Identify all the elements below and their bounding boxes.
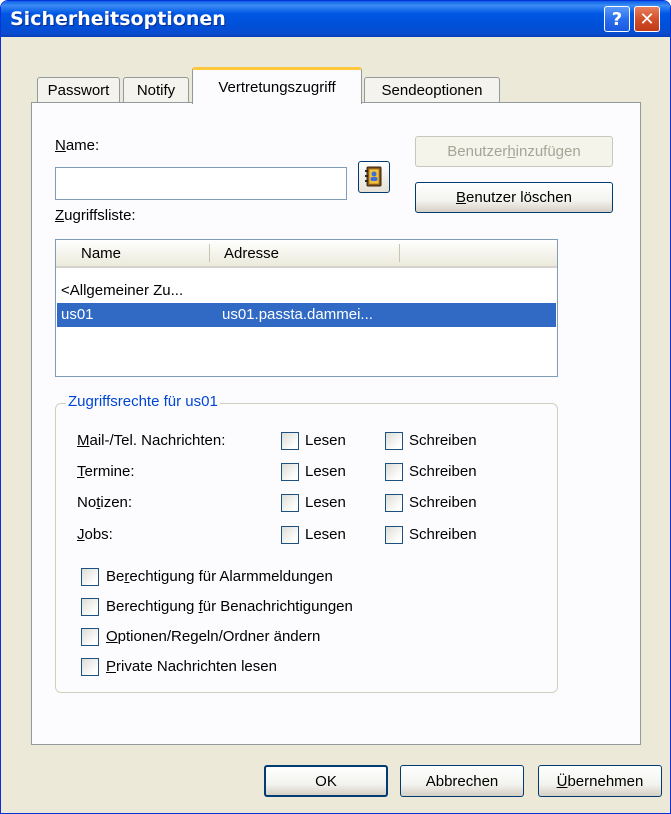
tab-passwort[interactable]: Passwort	[37, 77, 120, 102]
tab-sendeoptionen[interactable]: Sendeoptionen	[364, 77, 500, 102]
alarm-permission-label: Berechtigung für Alarmmeldungen	[106, 568, 333, 585]
close-icon: ✕	[639, 8, 655, 30]
column-header-address[interactable]: Adresse	[224, 240, 279, 266]
access-list-label: Zugriffsliste:	[55, 207, 136, 224]
category-label-notizen: Notizen:	[77, 494, 133, 511]
read-label: Lesen	[305, 526, 346, 543]
dialog-window: Sicherheitsoptionen ? ✕ Passwort Notify …	[0, 0, 671, 814]
private-messages-checkbox[interactable]	[81, 658, 99, 676]
read-checkbox-notizen[interactable]	[281, 494, 299, 512]
tab-label: Passwort	[47, 81, 110, 99]
delete-user-button[interactable]: Benutzer löschen	[415, 182, 613, 213]
write-label: Schreiben	[409, 463, 477, 480]
write-checkbox-jobs[interactable]	[385, 526, 403, 544]
tab-vertretungszugriff[interactable]: Vertretungszugriff	[192, 67, 362, 104]
read-label: Lesen	[305, 463, 346, 480]
list-header: Name Adresse	[56, 240, 557, 268]
title-bar[interactable]: Sicherheitsoptionen ? ✕	[1, 1, 670, 37]
write-checkbox-mail[interactable]	[385, 432, 403, 450]
address-book-button[interactable]	[358, 161, 390, 193]
column-separator[interactable]	[399, 244, 400, 262]
cell-name: us01	[61, 306, 94, 323]
read-label: Lesen	[305, 432, 346, 449]
category-label-jobs: Jobs:	[77, 526, 113, 543]
close-button[interactable]: ✕	[634, 6, 660, 32]
group-title: Zugriffsrechte für us01	[66, 393, 220, 410]
help-button[interactable]: ?	[604, 6, 630, 32]
address-book-icon	[365, 166, 382, 187]
modify-options-label: Optionen/Regeln/Ordner ändern	[106, 628, 321, 645]
name-label: Name:	[55, 137, 100, 154]
write-label: Schreiben	[409, 526, 477, 543]
list-item[interactable]: us01 us01.passta.dammei...	[57, 303, 556, 327]
notification-permission-label: Berechtigung für Benachrichtigungen	[106, 598, 353, 615]
add-user-button[interactable]: Benutzer h inzufügen	[415, 136, 613, 167]
tab-notify[interactable]: Notify	[123, 77, 189, 102]
category-label-termine: Termine:	[77, 463, 135, 480]
tab-label: Sendeoptionen	[381, 81, 483, 99]
notification-permission-checkbox[interactable]	[81, 598, 99, 616]
ok-button[interactable]: OK	[264, 765, 388, 797]
read-checkbox-termine[interactable]	[281, 463, 299, 481]
write-checkbox-notizen[interactable]	[385, 494, 403, 512]
list-item[interactable]: <Allgemeiner Zu...	[57, 279, 556, 303]
alarm-permission-checkbox[interactable]	[81, 568, 99, 586]
help-icon: ?	[611, 8, 623, 30]
write-checkbox-termine[interactable]	[385, 463, 403, 481]
cell-name: <Allgemeiner Zu...	[61, 282, 184, 299]
column-separator[interactable]	[209, 244, 210, 262]
access-list[interactable]: Name Adresse <Allgemeiner Zu... us01 us0…	[55, 239, 558, 377]
write-label: Schreiben	[409, 494, 477, 511]
tab-label: Notify	[136, 81, 176, 99]
window-title: Sicherheitsoptionen	[10, 8, 226, 30]
category-label-mail: Mail-/Tel. Nachrichten:	[77, 432, 226, 449]
name-input[interactable]	[55, 167, 347, 200]
read-checkbox-jobs[interactable]	[281, 526, 299, 544]
column-header-name[interactable]: Name	[81, 240, 121, 266]
access-rights-group: Zugriffsrechte für us01 Mail-/Tel. Nachr…	[55, 393, 558, 693]
cancel-button[interactable]: Abbrechen	[400, 765, 524, 797]
read-label: Lesen	[305, 494, 346, 511]
private-messages-label: Private Nachrichten lesen	[106, 658, 277, 675]
cell-address: us01.passta.dammei...	[222, 306, 373, 323]
modify-options-checkbox[interactable]	[81, 628, 99, 646]
tab-label: Vertretungszugriff	[218, 78, 336, 96]
apply-button[interactable]: Übernehmen	[538, 765, 662, 797]
read-checkbox-mail[interactable]	[281, 432, 299, 450]
tab-panel-vertretungszugriff: Name: Benutzer h inzufügen Benutzer lösch…	[31, 102, 641, 745]
write-label: Schreiben	[409, 432, 477, 449]
